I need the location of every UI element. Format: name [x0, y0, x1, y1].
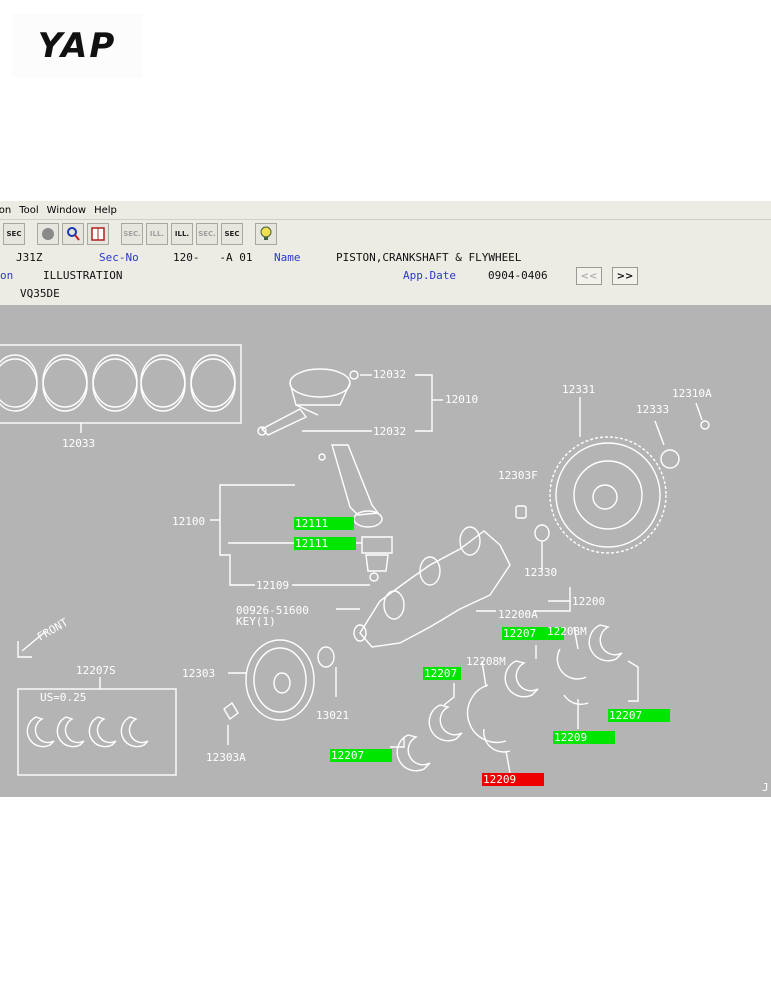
- label-12303a: 12303A: [206, 751, 246, 764]
- label-key: KEY(1): [236, 615, 276, 628]
- circle-icon[interactable]: [37, 223, 59, 245]
- label-12032-top: 12032: [373, 368, 406, 381]
- label-13021: 13021: [316, 709, 349, 722]
- label-12200: 12200: [572, 595, 605, 608]
- main-bearings: [396, 624, 623, 772]
- bulb-icon[interactable]: [255, 223, 277, 245]
- highlight-12207-b: 12207: [424, 667, 457, 680]
- appdate-value: 0904-0406: [488, 269, 548, 282]
- ill-next-button[interactable]: ILL.: [171, 223, 193, 245]
- menu-item-tool[interactable]: Tool: [19, 205, 38, 216]
- illustration-svg: 12033 12032 12032 12010 12331 12310A 123…: [0, 344, 769, 794]
- label-12303f: 12303F: [498, 469, 538, 482]
- highlight-12111-a: 12111: [295, 517, 328, 530]
- toolbar: SEC SEC. ILL. ILL. SEC. SEC: [0, 220, 771, 248]
- highlight-12209-green: 12209: [554, 731, 587, 744]
- piston: [257, 368, 359, 436]
- menu-bar: ion Tool Window Help: [0, 201, 771, 220]
- highlight-12209-red: 12209: [483, 773, 516, 786]
- view-mode: ILLUSTRATION: [43, 269, 123, 282]
- bearing-set: [26, 716, 149, 748]
- appdate-label: App.Date: [403, 269, 456, 282]
- name-value: PISTON,CRANKSHAFT & FLYWHEEL: [336, 251, 522, 264]
- menu-item-window[interactable]: Window: [47, 205, 86, 216]
- sec-prev-button[interactable]: SEC.: [121, 223, 143, 245]
- highlight-12207-a: 12207: [503, 627, 536, 640]
- pilot-bushing: [534, 524, 550, 542]
- highlight-12111-b: 12111: [295, 537, 328, 550]
- yap-logo: YAP: [12, 14, 142, 78]
- label-12331: 12331: [562, 383, 595, 396]
- label-12032-bottom: 12032: [373, 425, 406, 438]
- sec-button[interactable]: SEC: [3, 223, 25, 245]
- plug: [515, 505, 527, 519]
- next-page-button[interactable]: >>: [612, 267, 638, 285]
- secno-label: Sec-No: [99, 251, 139, 264]
- label-corner: J: [762, 781, 769, 794]
- secno-value: 120- -A 01: [173, 251, 253, 264]
- logo-text: YAP: [37, 26, 117, 66]
- highlight-12207-d: 12207: [609, 709, 642, 722]
- flywheel: [549, 436, 680, 554]
- piston-rings: [0, 354, 236, 412]
- sec-jump-button[interactable]: SEC: [221, 223, 243, 245]
- label-12207s: 12207S: [76, 664, 116, 677]
- label-front: FRONT: [35, 616, 71, 644]
- label-12100: 12100: [172, 515, 205, 528]
- label-12208m-left: 12208M: [466, 655, 506, 668]
- sec-next-button[interactable]: SEC.: [196, 223, 218, 245]
- search-icon[interactable]: [62, 223, 84, 245]
- label-12333: 12333: [636, 403, 669, 416]
- label-us-025: US=0.25: [40, 691, 86, 704]
- label-12109: 12109: [256, 579, 289, 592]
- parts-illustration[interactable]: 12033 12032 12032 12010 12331 12310A 123…: [0, 305, 771, 797]
- epc-application-window: ion Tool Window Help SEC SEC. ILL. ILL. …: [0, 201, 771, 797]
- label-12310a: 12310A: [672, 387, 712, 400]
- crankshaft: [353, 526, 511, 648]
- section-info-panel: J31Z Sec-No 120- -A 01 Name PISTON,CRANK…: [0, 248, 771, 305]
- label-12010: 12010: [445, 393, 478, 406]
- label-12200a: 12200A: [498, 608, 538, 621]
- highlight-boxes: [294, 517, 670, 786]
- label-12303: 12303: [182, 667, 215, 680]
- model-code: J31Z: [16, 251, 43, 264]
- label-12208m-right: 12208M: [547, 625, 587, 638]
- label-12033: 12033: [62, 437, 95, 450]
- label-12330: 12330: [524, 566, 557, 579]
- ill-prev-button[interactable]: ILL.: [146, 223, 168, 245]
- menu-item-option[interactable]: ion: [0, 205, 11, 216]
- book-icon[interactable]: [87, 223, 109, 245]
- engine-code: VQ35DE: [20, 287, 60, 300]
- name-label: Name: [274, 251, 301, 264]
- highlight-12207-c: 12207: [331, 749, 364, 762]
- menu-item-help[interactable]: Help: [94, 205, 117, 216]
- crank-pulley: [223, 639, 335, 721]
- option-label: on: [0, 269, 14, 282]
- prev-page-button[interactable]: <<: [576, 267, 602, 285]
- connecting-rod: [318, 444, 393, 582]
